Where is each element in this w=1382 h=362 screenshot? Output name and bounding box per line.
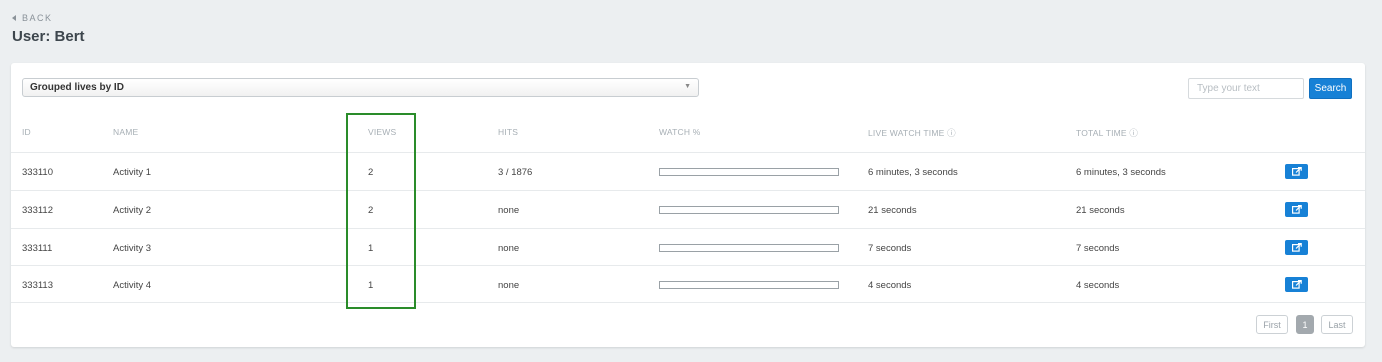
cell-id: 333113 bbox=[22, 280, 53, 291]
back-arrow-icon bbox=[12, 15, 16, 21]
header-id: ID bbox=[22, 127, 31, 137]
cell-total-time: 7 seconds bbox=[1076, 243, 1120, 254]
cell-total-time: 6 minutes, 3 seconds bbox=[1076, 167, 1166, 178]
row-divider bbox=[11, 190, 1365, 191]
open-details-button[interactable] bbox=[1285, 240, 1308, 255]
activity-card: Grouped lives by ID ▼ Search ID NAME VIE… bbox=[11, 63, 1365, 347]
cell-id: 333110 bbox=[22, 167, 53, 178]
cell-name: Activity 4 bbox=[113, 280, 152, 291]
cell-live-watch-time: 4 seconds bbox=[868, 280, 912, 291]
open-details-button[interactable] bbox=[1285, 277, 1308, 292]
header-watch: WATCH % bbox=[659, 127, 701, 137]
header-total-time: TOTAL TIME ⓘ bbox=[1076, 128, 1139, 138]
cell-live-watch-time: 6 minutes, 3 seconds bbox=[868, 167, 958, 178]
watch-progress-bar bbox=[659, 168, 839, 176]
row-divider bbox=[11, 152, 1365, 153]
cell-name: Activity 1 bbox=[113, 167, 152, 178]
header-name: NAME bbox=[113, 127, 139, 137]
page-title: User: Bert bbox=[12, 28, 85, 45]
row-divider bbox=[11, 302, 1365, 303]
external-link-icon bbox=[1291, 280, 1302, 289]
back-label: BACK bbox=[22, 13, 53, 23]
external-link-icon bbox=[1291, 167, 1302, 176]
cell-hits: none bbox=[498, 205, 520, 216]
chevron-down-icon: ▼ bbox=[684, 83, 691, 90]
row-divider bbox=[11, 265, 1365, 266]
cell-name: Activity 2 bbox=[113, 205, 152, 216]
watch-progress-bar bbox=[659, 281, 839, 289]
header-hits: HITS bbox=[498, 127, 519, 137]
views-column-highlight bbox=[346, 113, 416, 309]
row-divider bbox=[11, 228, 1365, 229]
cell-live-watch-time: 7 seconds bbox=[868, 243, 912, 254]
cell-live-watch-time: 21 seconds bbox=[868, 205, 917, 216]
cell-hits: 3 / 1876 bbox=[498, 167, 533, 178]
cell-hits: none bbox=[498, 280, 520, 291]
cell-total-time: 4 seconds bbox=[1076, 280, 1120, 291]
cell-total-time: 21 seconds bbox=[1076, 205, 1125, 216]
header-live-watch-time: LIVE WATCH TIME ⓘ bbox=[868, 128, 956, 138]
cell-id: 333111 bbox=[22, 243, 53, 254]
group-select[interactable]: Grouped lives by ID ▼ bbox=[22, 78, 699, 97]
cell-id: 333112 bbox=[22, 205, 53, 216]
open-details-button[interactable] bbox=[1285, 164, 1308, 179]
cell-name: Activity 3 bbox=[113, 243, 152, 254]
external-link-icon bbox=[1291, 205, 1302, 214]
back-link[interactable]: BACK bbox=[12, 13, 53, 23]
watch-progress-bar bbox=[659, 244, 839, 252]
cell-hits: none bbox=[498, 243, 520, 254]
open-details-button[interactable] bbox=[1285, 202, 1308, 217]
pagination-last[interactable]: Last bbox=[1321, 315, 1353, 334]
search-input[interactable] bbox=[1188, 78, 1304, 99]
pagination-first[interactable]: First bbox=[1256, 315, 1288, 334]
search-button[interactable]: Search bbox=[1309, 78, 1352, 99]
pagination-page-1[interactable]: 1 bbox=[1296, 315, 1314, 334]
group-select-value: Grouped lives by ID bbox=[30, 82, 124, 93]
external-link-icon bbox=[1291, 243, 1302, 252]
watch-progress-bar bbox=[659, 206, 839, 214]
